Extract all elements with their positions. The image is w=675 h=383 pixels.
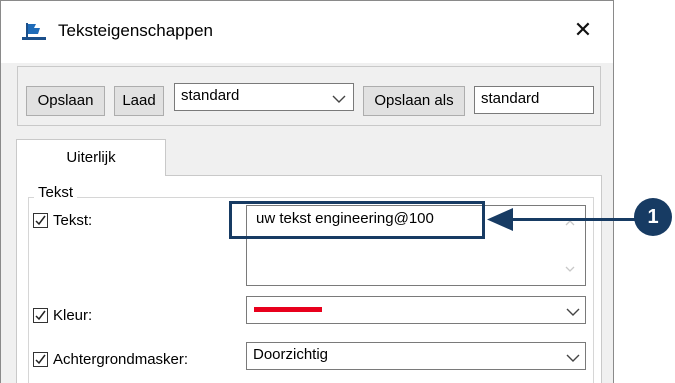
- mask-label: Achtergrondmasker:: [53, 351, 189, 368]
- group-label: Tekst: [34, 183, 78, 203]
- load-button[interactable]: Laad: [114, 86, 164, 116]
- save-as-name-value: standard: [481, 90, 540, 107]
- mask-checkbox[interactable]: [33, 352, 48, 367]
- checkmark-icon: [35, 354, 46, 365]
- callout-arrow-line: [502, 218, 635, 221]
- mask-select[interactable]: Doorzichtig: [246, 342, 586, 370]
- arrow-head-icon: [487, 208, 513, 231]
- chevron-down-icon: [566, 308, 580, 316]
- preset-select[interactable]: standard: [174, 83, 354, 111]
- text-label: Tekst:: [53, 212, 93, 229]
- color-checkbox[interactable]: [33, 308, 48, 323]
- close-icon[interactable]: ✕: [566, 14, 600, 46]
- save-as-button[interactable]: Opslaan als: [363, 86, 465, 116]
- text-checkbox[interactable]: [33, 213, 48, 228]
- checkmark-icon: [35, 310, 46, 321]
- tab-uiterlijk[interactable]: Uiterlijk: [16, 139, 166, 176]
- save-button[interactable]: Opslaan: [26, 86, 105, 116]
- checkmark-icon: [35, 215, 46, 226]
- scroll-down-icon[interactable]: [565, 265, 575, 273]
- color-swatch: [254, 307, 322, 312]
- mask-select-value: Doorzichtig: [253, 346, 329, 363]
- preset-select-value: standard: [181, 87, 240, 104]
- callout-number: 1: [634, 198, 672, 236]
- color-label: Kleur:: [53, 307, 93, 324]
- flag-icon: [22, 23, 46, 40]
- highlight-box: [229, 201, 485, 239]
- chevron-down-icon: [332, 95, 346, 103]
- chevron-down-icon: [566, 354, 580, 362]
- window-title: Teksteigenschappen: [58, 21, 214, 40]
- save-as-name-input[interactable]: standard: [474, 86, 594, 114]
